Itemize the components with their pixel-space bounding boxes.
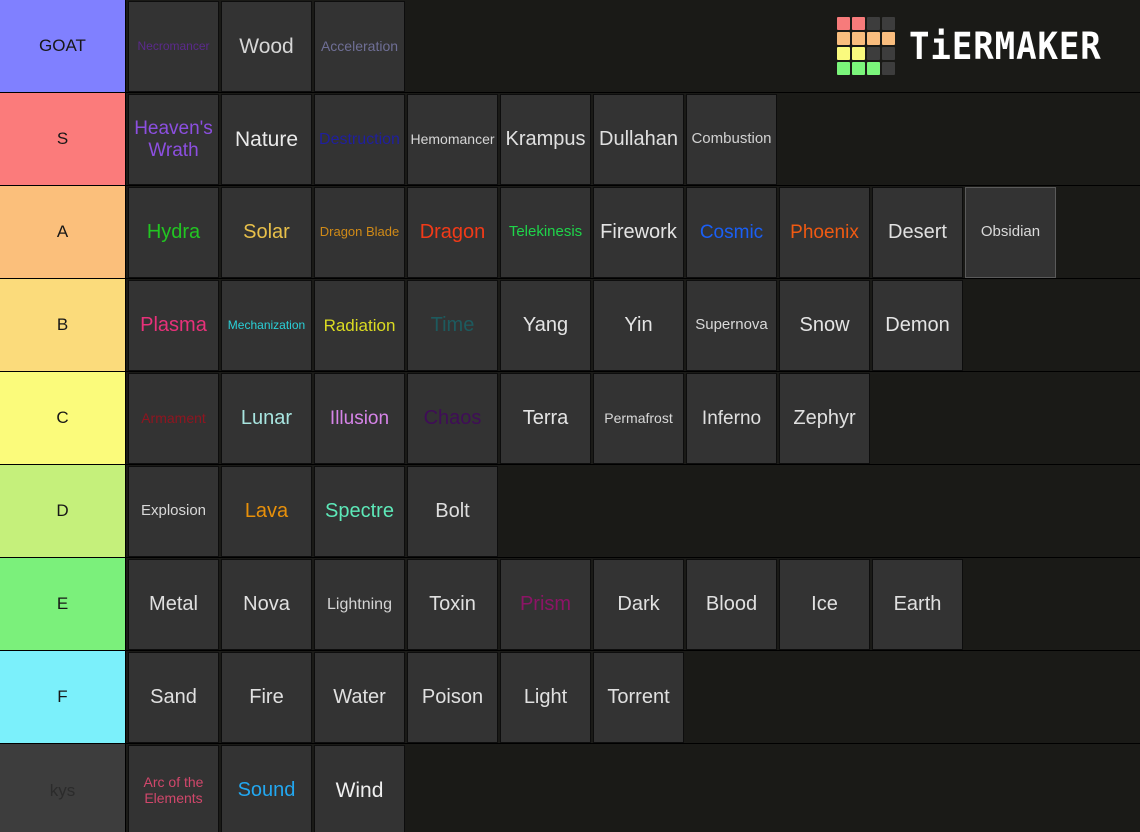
tier-item[interactable]: Ice [779, 559, 870, 650]
tier-item[interactable]: Zephyr [779, 373, 870, 464]
tier-item[interactable]: Earth [872, 559, 963, 650]
tier-rows-container: GOAT Necromancer Wood Acceleration S Heaven's… [0, 0, 1140, 832]
tier-item[interactable]: Mechanization [221, 280, 312, 371]
tier-item[interactable]: Dragon Blade [314, 187, 405, 278]
tier-item[interactable]: Arc of the Elements [128, 745, 219, 832]
tier-item[interactable]: Phoenix [779, 187, 870, 278]
tier-item[interactable]: Metal [128, 559, 219, 650]
tier-item[interactable]: Sound [221, 745, 312, 832]
tier-row-d: D Explosion Lava Spectre Bolt [0, 465, 1140, 558]
tier-label-s[interactable]: S [0, 93, 126, 185]
tier-item[interactable]: Water [314, 652, 405, 743]
tier-item[interactable]: Inferno [686, 373, 777, 464]
tier-item[interactable]: Terra [500, 373, 591, 464]
tier-item[interactable]: Blood [686, 559, 777, 650]
tier-label-b[interactable]: B [0, 279, 126, 371]
tier-label-f[interactable]: F [0, 651, 126, 743]
tier-row-goat: GOAT Necromancer Wood Acceleration [0, 0, 1140, 93]
tier-item[interactable]: Permafrost [593, 373, 684, 464]
tier-item[interactable]: Desert [872, 187, 963, 278]
tier-item[interactable]: Fire [221, 652, 312, 743]
tier-item[interactable]: Poison [407, 652, 498, 743]
tier-item[interactable]: Light [500, 652, 591, 743]
tier-item[interactable]: Yang [500, 280, 591, 371]
tier-item[interactable]: Krampus [500, 94, 591, 185]
tier-row-f: F Sand Fire Water Poison Light Torrent [0, 651, 1140, 744]
tier-label-d[interactable]: D [0, 465, 126, 557]
tier-item[interactable]: Hydra [128, 187, 219, 278]
tier-item[interactable]: Destruction [314, 94, 405, 185]
tier-item[interactable]: Plasma [128, 280, 219, 371]
tier-cells-c: Armament Lunar Illusion Chaos Terra Permafros… [126, 372, 1140, 464]
tier-item[interactable]: Obsidian [965, 187, 1056, 278]
tier-cells-goat: Necromancer Wood Acceleration [126, 0, 1140, 92]
tier-item[interactable]: Demon [872, 280, 963, 371]
tier-item[interactable]: Acceleration [314, 1, 405, 92]
tier-item[interactable]: Nova [221, 559, 312, 650]
tier-item[interactable]: Time [407, 280, 498, 371]
tier-item[interactable]: Dark [593, 559, 684, 650]
tier-row-b: B Plasma Mechanization Radiation Time Yang Yin… [0, 279, 1140, 372]
tier-item[interactable]: Wood [221, 1, 312, 92]
tier-item[interactable]: Firework [593, 187, 684, 278]
tier-label-c[interactable]: C [0, 372, 126, 464]
tier-item[interactable]: Sand [128, 652, 219, 743]
tier-cells-d: Explosion Lava Spectre Bolt [126, 465, 1140, 557]
tier-label-kys[interactable]: kys [0, 744, 126, 832]
tier-item[interactable]: Dragon [407, 187, 498, 278]
tier-item[interactable]: Heaven's Wrath [128, 94, 219, 185]
tier-item[interactable]: Lightning [314, 559, 405, 650]
tier-item[interactable]: Prism [500, 559, 591, 650]
tier-item[interactable]: Armament [128, 373, 219, 464]
tier-label-goat[interactable]: GOAT [0, 0, 126, 92]
tier-item[interactable]: Dullahan [593, 94, 684, 185]
tier-item[interactable]: Bolt [407, 466, 498, 557]
tier-row-e: E Metal Nova Lightning Toxin Prism Dark Blood Ic… [0, 558, 1140, 651]
tier-row-a: A Hydra Solar Dragon Blade Dragon Telekinesis… [0, 186, 1140, 279]
tier-row-kys: kys Arc of the Elements Sound Wind [0, 744, 1140, 832]
tier-item[interactable]: Radiation [314, 280, 405, 371]
tier-cells-b: Plasma Mechanization Radiation Time Yang Yin S… [126, 279, 1140, 371]
tier-item[interactable]: Supernova [686, 280, 777, 371]
tier-item[interactable]: Wind [314, 745, 405, 832]
tier-row-c: C Armament Lunar Illusion Chaos Terra Permafro… [0, 372, 1140, 465]
tier-item[interactable]: Illusion [314, 373, 405, 464]
tier-item[interactable]: Toxin [407, 559, 498, 650]
tier-item[interactable]: Nature [221, 94, 312, 185]
tier-row-s: S Heaven's Wrath Nature Destruction Hemomanc… [0, 93, 1140, 186]
tier-item[interactable]: Torrent [593, 652, 684, 743]
tier-item[interactable]: Explosion [128, 466, 219, 557]
tier-cells-kys: Arc of the Elements Sound Wind [126, 744, 1140, 832]
tier-item[interactable]: Snow [779, 280, 870, 371]
tier-item[interactable]: Yin [593, 280, 684, 371]
tier-item[interactable]: Solar [221, 187, 312, 278]
tier-item[interactable]: Telekinesis [500, 187, 591, 278]
tier-item[interactable]: Combustion [686, 94, 777, 185]
tier-item[interactable]: Cosmic [686, 187, 777, 278]
tier-cells-a: Hydra Solar Dragon Blade Dragon Telekinesis F… [126, 186, 1140, 278]
tier-list: TiERMAKER GOAT Necromancer Wood Acceleratio… [0, 0, 1140, 832]
tier-item[interactable]: Chaos [407, 373, 498, 464]
tier-item[interactable]: Hemomancer [407, 94, 498, 185]
tier-label-a[interactable]: A [0, 186, 126, 278]
tier-label-e[interactable]: E [0, 558, 126, 650]
tier-item[interactable]: Lava [221, 466, 312, 557]
tier-item[interactable]: Spectre [314, 466, 405, 557]
tier-cells-e: Metal Nova Lightning Toxin Prism Dark Blood Ice… [126, 558, 1140, 650]
tier-item[interactable]: Lunar [221, 373, 312, 464]
tier-item[interactable]: Necromancer [128, 1, 219, 92]
tier-cells-f: Sand Fire Water Poison Light Torrent [126, 651, 1140, 743]
tier-cells-s: Heaven's Wrath Nature Destruction Hemomance… [126, 93, 1140, 185]
